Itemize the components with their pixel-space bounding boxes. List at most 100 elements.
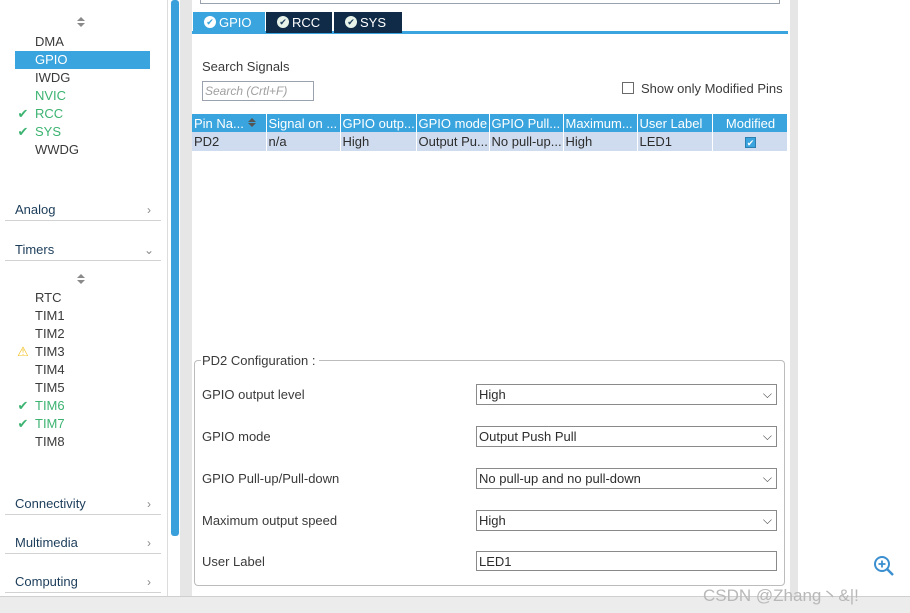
modified-checkbox[interactable]: ✔: [745, 137, 756, 148]
max-speed-label: Maximum output speed: [202, 513, 338, 528]
timer-item-tim5[interactable]: TIM5: [35, 379, 65, 397]
output-level-label: GPIO output level: [202, 387, 305, 402]
category-label: Analog: [15, 202, 56, 217]
periph-item-nvic[interactable]: NVIC: [35, 87, 66, 105]
gpio-mode-select[interactable]: Output Push Pull ⌵: [476, 426, 777, 447]
show-modified-pins-option[interactable]: Show only Modified Pins: [622, 81, 783, 97]
select-value: High: [479, 513, 506, 528]
chevron-down-icon: ⌵: [762, 471, 772, 485]
timer-item-tim7[interactable]: TIM7: [35, 415, 65, 433]
sort-toggle-icon[interactable]: [77, 17, 85, 29]
tab-gpio[interactable]: ✔ GPIO: [193, 12, 265, 33]
periph-item-iwdg[interactable]: IWDG: [35, 69, 70, 87]
check-icon: ✔: [277, 16, 289, 28]
periph-item-rcc[interactable]: RCC: [35, 105, 63, 123]
sort-toggle-icon[interactable]: [77, 274, 85, 286]
max-speed-select[interactable]: High ⌵: [476, 510, 777, 531]
column-header-pin-name[interactable]: Pin Na...: [192, 114, 267, 132]
pin-table: Pin Na... Signal on ... GPIO outp... GPI…: [192, 114, 788, 151]
category-timers[interactable]: Timers ⌄: [5, 237, 161, 261]
periph-item-wwdg[interactable]: WWDG: [35, 141, 79, 159]
periph-item-dma[interactable]: DMA: [35, 33, 64, 51]
select-value: High: [479, 387, 506, 402]
cell-pin-name: PD2: [192, 132, 267, 151]
search-input[interactable]: [202, 81, 314, 101]
gpio-mode-label: GPIO mode: [202, 429, 271, 444]
table-header-row: Pin Na... Signal on ... GPIO outp... GPI…: [192, 114, 788, 132]
watermark-text: CSDN @Zhang丶&|!: [703, 586, 859, 605]
output-level-select[interactable]: High ⌵: [476, 384, 777, 405]
category-label: Computing: [15, 574, 78, 589]
zoom-in-icon[interactable]: [873, 555, 895, 577]
check-icon: ✔: [17, 106, 29, 121]
cell-signal: n/a: [266, 132, 341, 151]
check-icon: ✔: [204, 16, 216, 28]
sort-icon: [247, 117, 256, 128]
column-header-modified[interactable]: Modified: [712, 114, 788, 132]
panel-scrollbar[interactable]: [171, 0, 179, 536]
cell-pull: No pull-up...: [489, 132, 564, 151]
table-row[interactable]: PD2 n/a High Output Pu... No pull-up... …: [192, 132, 788, 151]
config-tab-bar: ✔ GPIO ✔ RCC ✔ SYS: [192, 12, 788, 34]
warning-icon: ⚠: [17, 344, 29, 359]
timer-item-rtc[interactable]: RTC: [35, 289, 61, 307]
pull-select[interactable]: No pull-up and no pull-down ⌵: [476, 468, 777, 489]
tab-rcc[interactable]: ✔ RCC: [266, 12, 332, 33]
chevron-down-icon: ⌵: [762, 429, 772, 443]
category-label: Multimedia: [15, 535, 78, 550]
category-connectivity[interactable]: Connectivity ›: [5, 491, 161, 515]
check-icon: ✔: [345, 16, 357, 28]
user-label-label: User Label: [202, 554, 265, 569]
category-multimedia[interactable]: Multimedia ›: [5, 530, 161, 554]
panel-splitter[interactable]: [790, 0, 798, 596]
input-value: LED1: [479, 554, 512, 569]
timer-item-tim2[interactable]: TIM2: [35, 325, 65, 343]
timer-item-tim6[interactable]: TIM6: [35, 397, 65, 415]
category-label: Connectivity: [15, 496, 86, 511]
category-analog[interactable]: Analog ›: [5, 197, 161, 221]
chevron-right-icon: ›: [147, 203, 151, 217]
category-computing[interactable]: Computing ›: [5, 569, 161, 593]
column-header-signal[interactable]: Signal on ...: [266, 114, 341, 132]
tab-label: RCC: [292, 15, 321, 30]
column-header-output-level[interactable]: GPIO outp...: [340, 114, 417, 132]
cell-max-speed: High: [563, 132, 638, 151]
select-value: No pull-up and no pull-down: [479, 471, 641, 486]
search-signals-title: Search Signals: [202, 59, 290, 74]
chevron-down-icon: ⌵: [762, 387, 772, 401]
column-header-gpio-mode[interactable]: GPIO mode: [416, 114, 490, 132]
pin-configuration-panel: ✔ GPIO ✔ RCC ✔ SYS Search Signals Show o…: [192, 0, 790, 596]
check-icon: ✔: [17, 398, 29, 413]
panel-divider[interactable]: [180, 0, 192, 596]
tab-label: GPIO: [219, 15, 252, 30]
check-icon: ✔: [17, 416, 29, 431]
pull-label: GPIO Pull-up/Pull-down: [202, 471, 340, 486]
periph-item-gpio[interactable]: GPIO: [15, 51, 150, 69]
chevron-down-icon: ⌵: [762, 513, 772, 527]
category-label: Timers: [15, 242, 55, 257]
mode-field[interactable]: [200, 0, 780, 4]
cell-gpio-mode: Output Pu...: [416, 132, 490, 151]
cell-output-level: High: [340, 132, 417, 151]
column-header-user-label[interactable]: User Label: [637, 114, 713, 132]
timer-item-tim8[interactable]: TIM8: [35, 433, 65, 451]
cell-user-label: LED1: [637, 132, 713, 151]
chevron-right-icon: ›: [147, 497, 151, 511]
chevron-down-icon: ⌄: [143, 243, 155, 257]
tab-sys[interactable]: ✔ SYS: [334, 12, 402, 33]
timer-item-tim4[interactable]: TIM4: [35, 361, 65, 379]
column-header-pull[interactable]: GPIO Pull...: [489, 114, 564, 132]
pin-config-group: PD2 Configuration : GPIO output level Hi…: [194, 353, 785, 586]
timer-item-tim1[interactable]: TIM1: [35, 307, 65, 325]
chevron-right-icon: ›: [147, 536, 151, 550]
config-group-title: PD2 Configuration :: [201, 353, 320, 368]
timer-item-tim3[interactable]: TIM3: [35, 343, 65, 361]
check-icon: ✔: [17, 124, 29, 139]
peripheral-category-panel: DMA GPIO IWDG NVIC ✔ RCC ✔ SYS WWDG Anal…: [0, 0, 168, 596]
show-modified-label: Show only Modified Pins: [641, 81, 783, 96]
show-modified-checkbox[interactable]: [622, 82, 634, 94]
periph-item-sys[interactable]: SYS: [35, 123, 61, 141]
chevron-right-icon: ›: [147, 575, 151, 589]
column-header-max-speed[interactable]: Maximum...: [563, 114, 638, 132]
user-label-input[interactable]: LED1: [476, 551, 777, 571]
